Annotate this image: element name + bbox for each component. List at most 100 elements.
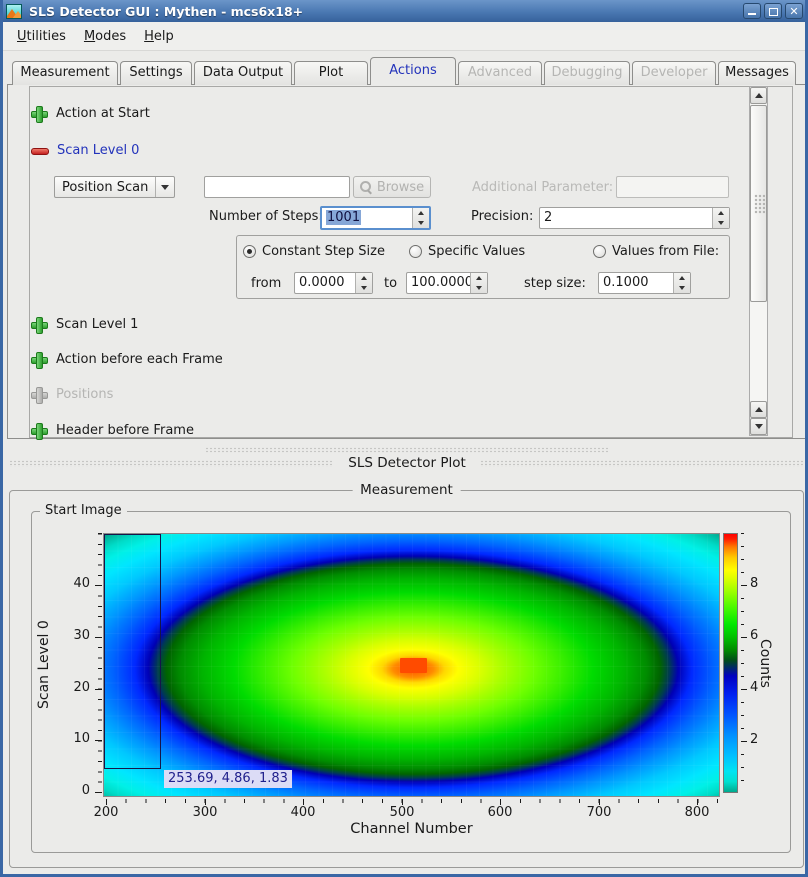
spinbox-arrows[interactable]	[355, 273, 372, 293]
y-axis: 010203040	[53, 533, 102, 797]
from-spinbox[interactable]: 0.0000	[294, 272, 373, 294]
cursor-position-tooltip: 253.69, 4.86, 1.83	[164, 770, 292, 788]
maximize-button[interactable]	[764, 3, 782, 19]
action-at-start-label[interactable]: Action at Start	[56, 106, 150, 121]
action-before-frame-row[interactable]: Action before each Frame	[31, 351, 223, 367]
precision-label: Precision:	[471, 209, 533, 224]
from-value: 0.0000	[295, 273, 355, 293]
tab-plot[interactable]: Plot	[294, 61, 368, 85]
number-of-steps-spinbox[interactable]: 1001	[320, 206, 431, 230]
arrow-up-icon	[755, 407, 763, 412]
window-title: SLS Detector GUI : Mythen - mcs6x18+	[29, 4, 303, 19]
to-spinbox[interactable]: 100.0000	[406, 272, 488, 294]
radio-label: Values from File:	[612, 244, 719, 259]
tab-messages[interactable]: Messages	[718, 61, 796, 85]
vertical-scrollbar[interactable]	[749, 86, 768, 436]
radio-values-from-file[interactable]: Values from File:	[593, 244, 719, 259]
y-axis-title: Scan Level 0	[36, 533, 54, 797]
tab-bar: Measurement Settings Data Output Plot Ac…	[12, 59, 798, 85]
tab-advanced[interactable]: Advanced	[458, 61, 542, 85]
scrollbar-thumb[interactable]	[750, 105, 767, 302]
browse-button[interactable]: Browse	[353, 176, 431, 198]
x-tick-label: 800	[672, 805, 722, 820]
maximize-icon	[769, 8, 778, 16]
scan-mode-combobox[interactable]: Position Scan	[54, 176, 175, 198]
scan-script-input[interactable]	[204, 176, 350, 198]
tab-settings[interactable]: Settings	[120, 61, 192, 85]
scroll-up-button-bottom[interactable]	[750, 401, 767, 418]
header-before-frame-label[interactable]: Header before Frame	[56, 423, 194, 438]
to-value: 100.0000	[407, 273, 470, 293]
action-before-frame-label[interactable]: Action before each Frame	[56, 352, 223, 367]
y-axis-minor-ticks	[98, 533, 102, 792]
zoom-selection-rectangle[interactable]	[104, 534, 161, 769]
minimize-button[interactable]	[743, 3, 761, 19]
start-image-title: Start Image	[40, 503, 127, 518]
x-tick-label: 500	[377, 805, 427, 820]
y-tick-label: 0	[56, 783, 90, 798]
x-axis-title: Channel Number	[103, 821, 720, 837]
scrollbar-grip	[754, 194, 765, 214]
number-of-steps-value: 1001	[326, 210, 361, 225]
combo-dropdown-button[interactable]	[155, 177, 174, 197]
header-before-frame-row[interactable]: Header before Frame	[31, 422, 194, 438]
colorbar-title: Counts	[755, 533, 773, 793]
scan-level-0-label[interactable]: Scan Level 0	[57, 143, 139, 158]
y-tick-mark	[95, 792, 102, 793]
x-tick-label: 200	[81, 805, 131, 820]
heatmap-plot[interactable]: 253.69, 4.86, 1.83	[103, 533, 720, 797]
positions-label: Positions	[56, 387, 113, 402]
to-label: to	[384, 276, 397, 291]
number-of-steps-label: Number of Steps:	[209, 209, 323, 224]
tab-data-output[interactable]: Data Output	[194, 61, 292, 85]
precision-spinbox[interactable]: 2	[539, 207, 730, 229]
x-axis-minor-ticks	[103, 799, 720, 803]
expand-plus-icon[interactable]	[31, 106, 46, 121]
radio-icon	[243, 245, 256, 258]
tab-developer[interactable]: Developer	[632, 61, 716, 85]
splitter-dots	[480, 460, 805, 467]
close-icon: ✕	[786, 4, 802, 18]
action-at-start-row[interactable]: Action at Start	[31, 105, 150, 121]
step-size-spinbox[interactable]: 0.1000	[598, 272, 691, 294]
spinbox-arrows[interactable]	[470, 273, 487, 293]
spinbox-arrows[interactable]	[673, 273, 690, 293]
heatmap-peak	[400, 658, 427, 673]
x-tick-label: 600	[475, 805, 525, 820]
browse-button-label: Browse	[377, 180, 424, 195]
y-tick-label: 40	[56, 576, 90, 591]
y-tick-label: 30	[56, 628, 90, 643]
actions-tab-pane: Action at Start Scan Level 0 Position Sc…	[7, 84, 807, 439]
scroll-up-button[interactable]	[750, 87, 767, 104]
expand-plus-icon[interactable]	[31, 317, 46, 332]
scan-level-1-row[interactable]: Scan Level 1	[31, 316, 138, 332]
tab-debugging[interactable]: Debugging	[544, 61, 630, 85]
spinbox-arrows[interactable]	[412, 208, 429, 228]
expand-plus-icon[interactable]	[31, 352, 46, 367]
close-button[interactable]: ✕	[785, 3, 803, 19]
menu-utilities[interactable]: Utilities	[8, 26, 75, 47]
radio-constant-step-size[interactable]: Constant Step Size	[243, 244, 385, 259]
title-bar[interactable]: SLS Detector GUI : Mythen - mcs6x18+ ✕	[0, 0, 808, 22]
menu-modes[interactable]: Modes	[75, 26, 135, 47]
scan-level-1-label[interactable]: Scan Level 1	[56, 317, 138, 332]
from-label: from	[251, 276, 281, 291]
spinbox-arrows[interactable]	[712, 208, 729, 228]
additional-parameter-input[interactable]	[616, 176, 729, 198]
scan-level-0-row[interactable]: Scan Level 0	[31, 142, 139, 158]
menu-help[interactable]: Help	[135, 26, 183, 47]
radio-specific-values[interactable]: Specific Values	[409, 244, 525, 259]
application-window: SLS Detector GUI : Mythen - mcs6x18+ ✕ U…	[0, 0, 808, 877]
x-tick-label: 400	[278, 805, 328, 820]
splitter-handle[interactable]	[205, 447, 609, 453]
collapse-minus-icon[interactable]	[31, 143, 47, 158]
splitter-row[interactable]: SLS Detector Plot	[9, 455, 805, 471]
tab-measurement[interactable]: Measurement	[12, 61, 118, 85]
tab-actions[interactable]: Actions	[370, 57, 456, 85]
app-icon	[6, 4, 22, 19]
y-tick-label: 10	[56, 731, 90, 746]
expand-plus-icon[interactable]	[31, 423, 46, 438]
positions-row: Positions	[31, 386, 113, 402]
scroll-down-button[interactable]	[750, 418, 767, 435]
scan-mode-value: Position Scan	[55, 180, 155, 195]
